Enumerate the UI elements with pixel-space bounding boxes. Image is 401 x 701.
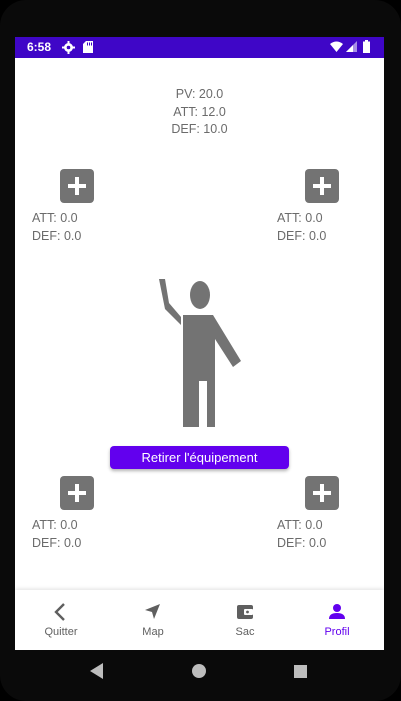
slot-att: ATT: 0.0 [32, 211, 78, 225]
character-stats: PV: 20.0 ATT: 12.0 DEF: 10.0 [15, 86, 384, 139]
slot-values: ATT: 0.0 DEF: 0.0 [277, 516, 326, 552]
slot-def: DEF: 0.0 [32, 229, 82, 243]
add-equipment-button[interactable] [60, 476, 94, 510]
stat-def: DEF: 10.0 [171, 122, 228, 136]
slot-def: DEF: 0.0 [277, 229, 327, 243]
home-circle-icon[interactable] [192, 664, 206, 678]
slot-def: DEF: 0.0 [277, 536, 327, 550]
nav-label: Profil [324, 626, 350, 638]
stat-att: ATT: 12.0 [173, 104, 226, 119]
app-screen: 6:58 PV: 20.0 ATT: 12.0 DEF: 10.0 ATT: 0… [15, 37, 384, 650]
slot-values: ATT: 0.0 DEF: 0.0 [277, 209, 326, 245]
slot-att: ATT: 0.0 [32, 518, 78, 532]
cell-signal-icon [346, 41, 357, 52]
add-equipment-button[interactable] [305, 169, 339, 203]
recents-square-icon[interactable] [294, 665, 307, 678]
settings-gear-icon [62, 41, 75, 54]
bottom-navigation: Quitter Map Sac Profil [15, 590, 384, 650]
back-triangle-icon[interactable] [90, 663, 104, 679]
wifi-icon [330, 41, 343, 52]
nav-label: Sac [235, 626, 255, 638]
wallet-icon [237, 605, 253, 619]
chevron-left-icon [54, 603, 65, 621]
remove-equipment-button[interactable]: Retirer l'équipement [110, 446, 289, 469]
add-equipment-button[interactable] [60, 169, 94, 203]
status-time: 6:58 [27, 40, 52, 54]
stat-pv: PV: 20.0 [175, 87, 224, 101]
nav-label: Quitter [44, 626, 78, 638]
status-bar: 6:58 [15, 37, 384, 58]
sd-card-icon [83, 41, 93, 53]
slot-values: ATT: 0.0 DEF: 0.0 [32, 516, 81, 552]
character-figure-icon [159, 279, 241, 427]
nav-item-map[interactable]: Map [107, 590, 199, 650]
person-icon [329, 604, 345, 619]
slot-att: ATT: 0.0 [277, 211, 323, 225]
navigation-arrow-icon [145, 604, 160, 619]
slot-values: ATT: 0.0 DEF: 0.0 [32, 209, 81, 245]
nav-label: Map [142, 626, 164, 638]
slot-att: ATT: 0.0 [277, 518, 323, 532]
battery-icon [363, 40, 370, 53]
nav-item-sac[interactable]: Sac [199, 590, 291, 650]
nav-item-quitter[interactable]: Quitter [15, 590, 107, 650]
phone-frame: 6:58 PV: 20.0 ATT: 12.0 DEF: 10.0 ATT: 0… [0, 0, 401, 701]
slot-def: DEF: 0.0 [32, 536, 82, 550]
nav-item-profil[interactable]: Profil [291, 590, 383, 650]
add-equipment-button[interactable] [305, 476, 339, 510]
